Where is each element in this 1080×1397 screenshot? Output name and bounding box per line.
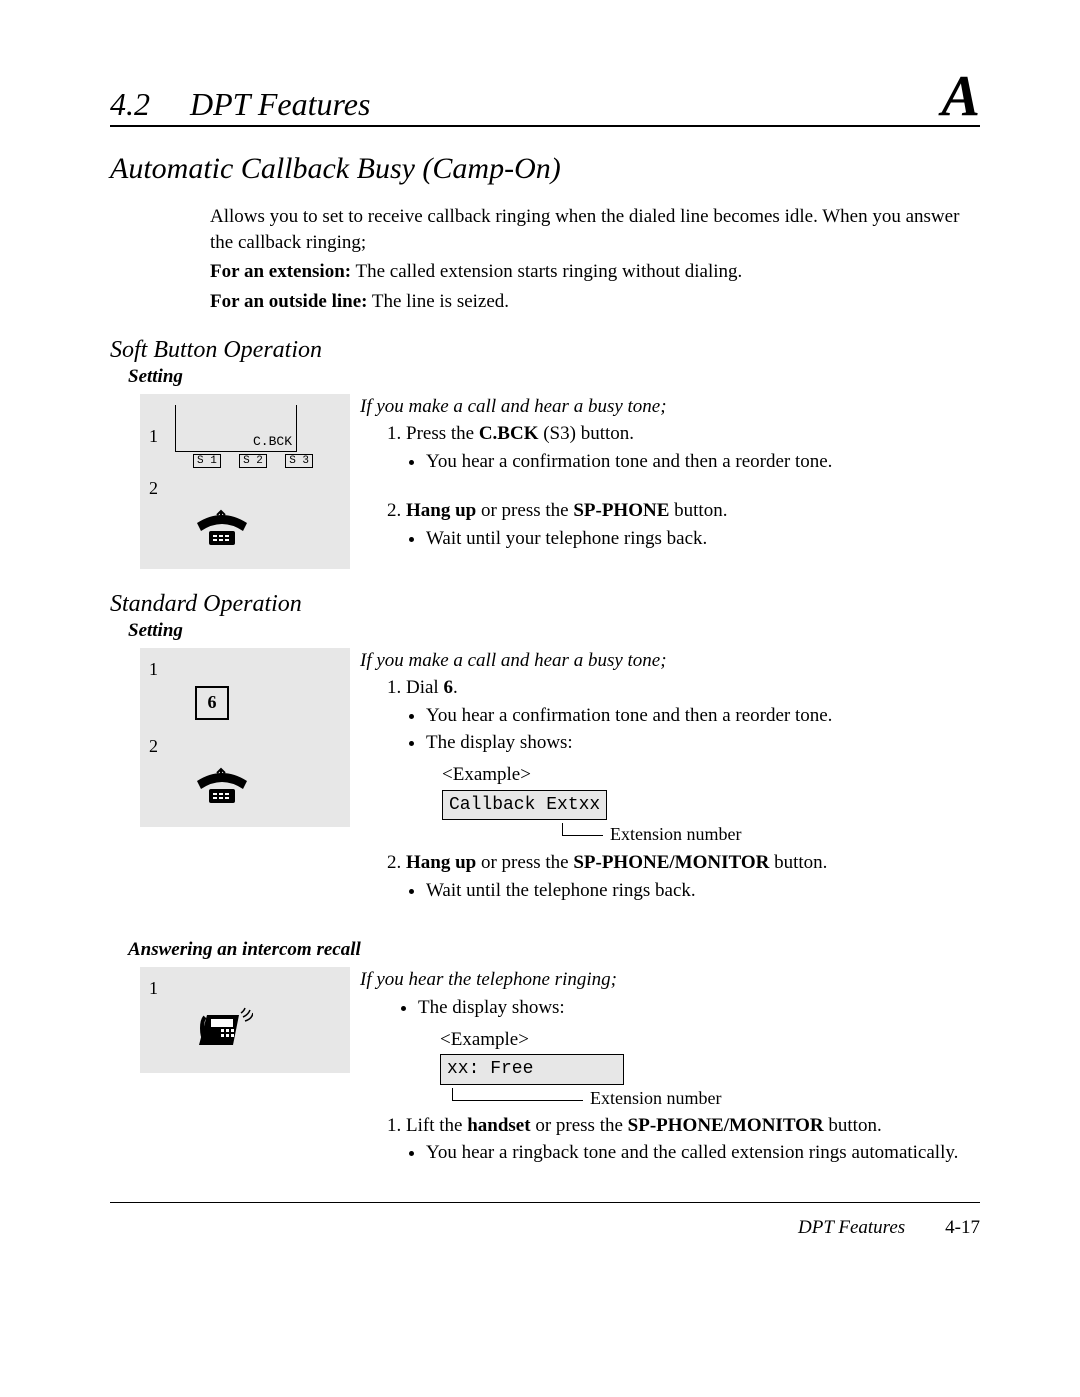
intro-ext-text: The called extension starts ringing with… bbox=[351, 261, 742, 282]
s1-button: S 1 bbox=[193, 454, 221, 468]
soft-condition: If you make a call and hear a busy tone; bbox=[360, 394, 980, 420]
answer-step1-bullet: You hear a ringback tone and the called … bbox=[426, 1140, 980, 1166]
section-num: 4.2 bbox=[110, 86, 150, 122]
display-free: xx: Free bbox=[440, 1054, 624, 1084]
std-step-2: Hang up or press the SP-PHONE/MONITOR bu… bbox=[406, 850, 980, 903]
std-condition: If you make a call and hear a busy tone; bbox=[360, 648, 980, 674]
page-footer: DPT Features 4-17 bbox=[110, 1217, 980, 1239]
answer-heading: Answering an intercom recall bbox=[128, 939, 980, 961]
soft-heading: Soft Button Operation bbox=[110, 337, 980, 364]
display-callback: Callback Extxx bbox=[442, 790, 607, 820]
soft-step-2: Hang up or press the SP-PHONE button. Wa… bbox=[406, 498, 980, 551]
lcd-display: C.BCK bbox=[175, 405, 297, 452]
soft-buttons-row: S 1 S 2 S 3 bbox=[193, 454, 313, 468]
intro-block: Allows you to set to receive callback ri… bbox=[210, 204, 980, 315]
std-heading: Standard Operation bbox=[110, 591, 980, 618]
diagram-step-1: 1 bbox=[149, 426, 167, 447]
std-step2-bullet: Wait until the telephone rings back. bbox=[426, 878, 980, 904]
hangup-phone-icon-2 bbox=[193, 763, 341, 814]
answer-step-1: Lift the handset or press the SP-PHONE/M… bbox=[406, 1113, 980, 1166]
std-step-1: Dial 6. You hear a confirmation tone and… bbox=[406, 675, 980, 846]
soft-step-1: Press the C.BCK (S3) button. You hear a … bbox=[406, 421, 980, 474]
answer-condition: If you hear the telephone ringing; bbox=[360, 967, 980, 993]
std-step1-bul1: You hear a confirmation tone and then a … bbox=[426, 703, 980, 729]
soft-step2-bullet: Wait until your telephone rings back. bbox=[426, 526, 980, 552]
hangup-phone-icon bbox=[193, 505, 341, 556]
footer-source: DPT Features bbox=[798, 1217, 905, 1239]
s2-button: S 2 bbox=[239, 454, 267, 468]
std-diagram-step-1: 1 bbox=[149, 659, 167, 680]
intro-p1: Allows you to set to receive callback ri… bbox=[210, 204, 980, 255]
std-step1-bul2: The display shows: bbox=[426, 730, 980, 756]
deskphone-ringing-icon bbox=[193, 1005, 341, 1060]
keypad-6-icon: 6 bbox=[195, 686, 229, 720]
pointer-ext-1: Extension number bbox=[442, 820, 980, 846]
example-label-1: <Example> bbox=[442, 762, 980, 788]
lcd-cbck: C.BCK bbox=[253, 434, 292, 449]
footer-page-number: 4-17 bbox=[945, 1217, 980, 1239]
std-setting-label: Setting bbox=[128, 620, 980, 642]
s3-button: S 3 bbox=[285, 454, 313, 468]
intro-out-label: For an outside line: bbox=[210, 291, 367, 312]
intro-out-text: The line is seized. bbox=[367, 291, 509, 312]
diagram-step-2: 2 bbox=[149, 478, 167, 499]
section-title: DPT Features bbox=[190, 86, 370, 122]
intro-ext-label: For an extension: bbox=[210, 261, 351, 282]
page-header: 4.2 DPT Features A bbox=[110, 70, 980, 127]
index-letter: A bbox=[941, 70, 980, 122]
std-diagram: 1 6 2 bbox=[140, 648, 350, 827]
std-diagram-step-2: 2 bbox=[149, 736, 167, 757]
example-label-2: <Example> bbox=[440, 1027, 980, 1053]
page-title: Automatic Callback Busy (Camp-On) bbox=[110, 152, 980, 186]
soft-setting-label: Setting bbox=[128, 366, 980, 388]
soft-step1-bullet: You hear a confirmation tone and then a … bbox=[426, 449, 980, 475]
answer-diagram-step-1: 1 bbox=[149, 978, 167, 999]
soft-diagram: 1 C.BCK S 1 S 2 S 3 2 bbox=[140, 394, 350, 569]
answer-bul0: The display shows: bbox=[418, 995, 980, 1021]
answer-diagram: 1 bbox=[140, 967, 350, 1073]
pointer-ext-2: Extension number bbox=[440, 1085, 980, 1111]
footer-rule bbox=[110, 1202, 980, 1203]
